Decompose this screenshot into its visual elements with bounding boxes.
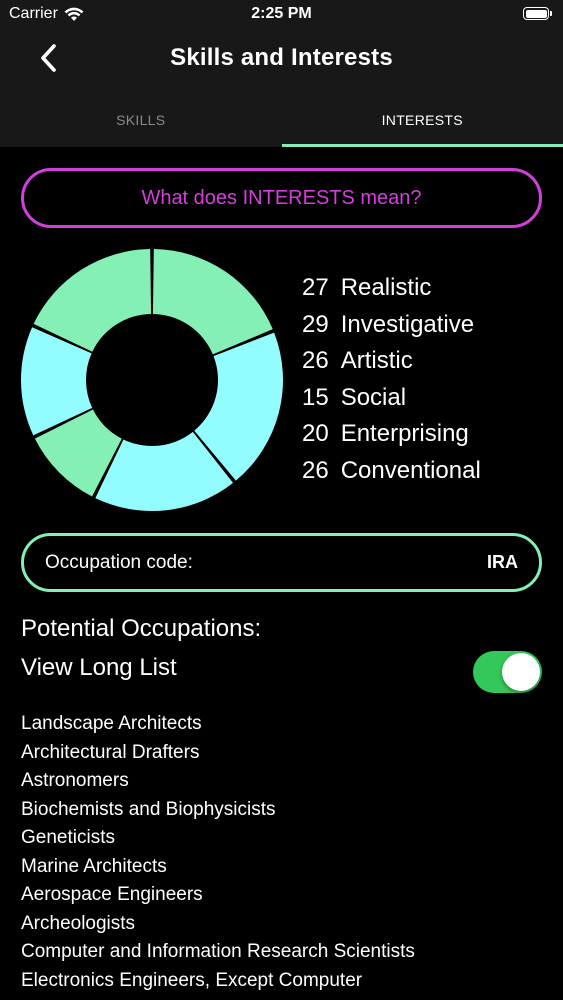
occupation-item[interactable]: Archeologists xyxy=(21,910,415,939)
legend-value: 26 xyxy=(302,456,329,484)
legend-value: 26 xyxy=(302,347,329,375)
donut-segment-realistic xyxy=(152,249,273,355)
potential-occupations-heading: Potential Occupations: xyxy=(21,615,262,642)
interests-meaning-button[interactable]: What does INTERESTS mean? xyxy=(21,168,542,228)
occupation-code-box: Occupation code: IRA xyxy=(21,533,542,592)
toggle-knob xyxy=(502,653,540,691)
legend-item-social: 15 Social xyxy=(302,380,552,417)
nav-bar: Skills and Interests xyxy=(0,30,563,88)
occupation-item[interactable]: Computer and Information Research Scient… xyxy=(21,938,415,967)
view-long-list-label: View Long List xyxy=(21,654,177,681)
legend-value: 27 xyxy=(302,274,329,301)
occupation-item[interactable]: Electronics Engineers, Except Computer xyxy=(21,967,415,996)
tab-interests[interactable]: INTERESTS xyxy=(281,88,563,147)
legend-value: 15 xyxy=(302,383,329,411)
occupation-item[interactable]: Architectural Drafters xyxy=(21,739,415,768)
legend-label: Enterprising xyxy=(340,420,469,448)
legend-item-conventional: 26 Conventional xyxy=(302,453,552,490)
occupation-list: Landscape Architects Architectural Draft… xyxy=(21,710,415,995)
occupation-code-value: IRA xyxy=(487,552,518,572)
legend-value: 20 xyxy=(302,420,329,448)
legend-item-artistic: 26 Artistic xyxy=(302,343,552,380)
legend-label: Investigative xyxy=(340,310,475,338)
legend-label: Conventional xyxy=(340,456,481,484)
legend-item-realistic: 27 Realistic xyxy=(302,270,552,307)
tab-skills[interactable]: SKILLS xyxy=(0,88,282,147)
interests-donut-chart xyxy=(21,249,283,511)
occupation-item[interactable]: Marine Architects xyxy=(21,853,415,882)
occupation-item[interactable]: Landscape Architects xyxy=(21,710,415,739)
tab-bar: SKILLS INTERESTS xyxy=(0,88,563,147)
legend-value: 29 xyxy=(302,310,329,338)
page-title: Skills and Interests xyxy=(170,44,393,71)
occupation-item[interactable]: Aerospace Engineers xyxy=(21,881,415,910)
interests-legend: 27 Realistic 29 Investigative 26 Artistic 1… xyxy=(302,270,552,490)
occupation-code-label: Occupation code: xyxy=(45,552,193,573)
legend-label: Realistic xyxy=(340,274,432,301)
occupation-item[interactable]: Biochemists and Biophysicists xyxy=(21,796,415,825)
legend-label: Artistic xyxy=(340,347,413,375)
battery-icon xyxy=(523,7,552,20)
legend-item-enterprising: 20 Enterprising xyxy=(302,416,552,453)
view-long-list-toggle[interactable] xyxy=(473,651,542,693)
legend-item-investigative: 29 Investigative xyxy=(302,307,552,344)
status-time: 2:25 PM xyxy=(251,5,312,22)
occupation-item[interactable]: Geneticists xyxy=(21,824,415,853)
status-bar: Carrier 2:25 PM xyxy=(0,0,563,30)
legend-label: Social xyxy=(340,383,407,411)
occupation-item[interactable]: Astronomers xyxy=(21,767,415,796)
